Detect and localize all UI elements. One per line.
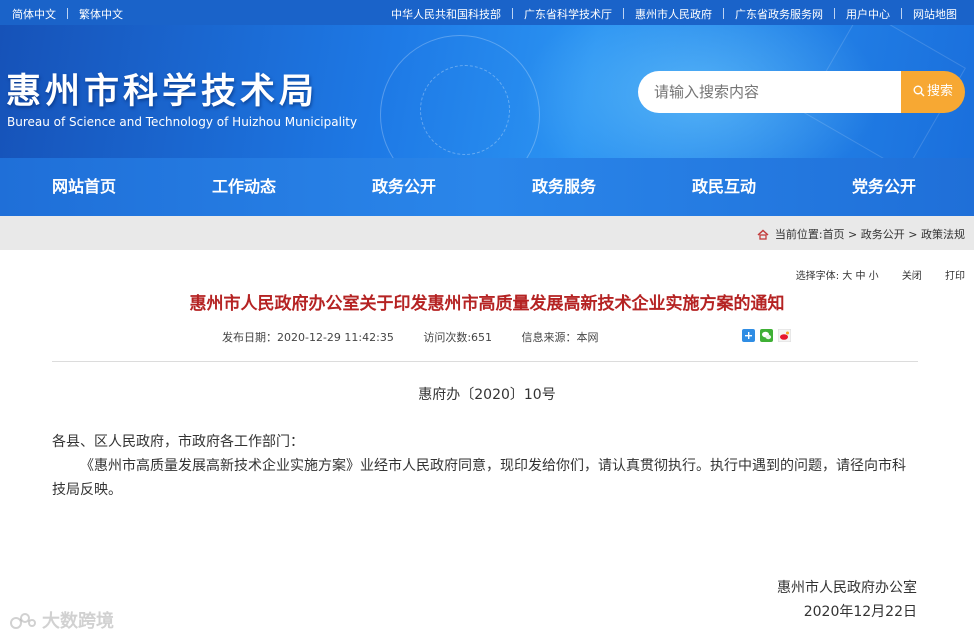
- close-button[interactable]: 关闭: [902, 267, 922, 282]
- search-icon: [913, 85, 925, 97]
- watermark-logo-icon: [10, 612, 38, 635]
- lang-simplified-link[interactable]: 简体中文: [12, 6, 56, 22]
- font-size-large[interactable]: 大: [842, 267, 852, 282]
- top-link-gdstc[interactable]: 广东省科学技术厅: [524, 6, 612, 22]
- site-title[interactable]: 惠州市科学技术局: [6, 63, 318, 114]
- nav-item-interaction[interactable]: 政民互动: [692, 158, 756, 216]
- sign-date: 2020年12月22日: [803, 604, 917, 620]
- breadcrumb-bar: 当前位置:首页 > 政务公开 > 政策法规: [0, 216, 974, 250]
- print-button[interactable]: 打印: [945, 267, 965, 282]
- lang-traditional-link[interactable]: 繁体中文: [79, 6, 123, 22]
- site-subtitle: Bureau of Science and Technology of Huiz…: [7, 115, 358, 129]
- top-link-sitemap[interactable]: 网站地图: [913, 6, 957, 22]
- weibo-icon[interactable]: [777, 327, 792, 343]
- breadcrumb-prefix: 当前位置: [774, 228, 819, 241]
- site-banner: 惠州市科学技术局 Bureau of Science and Technolog…: [0, 25, 974, 158]
- divider: [901, 8, 902, 19]
- visit-count: 访问次数:651: [423, 331, 493, 344]
- divider: [723, 8, 724, 19]
- info-source: 信息来源：本网: [521, 331, 599, 344]
- font-size-label: 选择字体: [795, 271, 836, 282]
- nav-item-party-affairs[interactable]: 党务公开: [852, 158, 916, 216]
- search-button[interactable]: 搜索: [901, 71, 965, 113]
- signer: 惠州市人民政府办公室: [777, 580, 917, 596]
- signature: 惠州市人民政府办公室 2020年12月22日: [777, 576, 917, 624]
- content-divider: [52, 361, 918, 362]
- nav-item-work-news[interactable]: 工作动态: [212, 158, 276, 216]
- divider: [623, 8, 624, 19]
- top-bar: 简体中文 繁体中文 中华人民共和国科技部 广东省科学技术厅 惠州市人民政府 广东省政务服…: [0, 0, 974, 25]
- nav-item-gov-affairs[interactable]: 政务公开: [372, 158, 436, 216]
- watermark-text: 大数跨境: [42, 611, 114, 632]
- top-link-huizhou-gov[interactable]: 惠州市人民政府: [635, 6, 712, 22]
- divider: [512, 8, 513, 19]
- article-title: 惠州市人民政府办公室关于印发惠州市高质量发展高新技术企业实施方案的通知: [189, 294, 785, 314]
- wechat-icon[interactable]: [760, 327, 773, 342]
- watermark: 大数跨境: [10, 607, 114, 635]
- breadcrumb-gov-affairs[interactable]: 政务公开: [861, 228, 905, 241]
- article-body: 各县、区人民政府，市政府各工作部门： 《惠州市高质量发展高新技术企业实施方案》业…: [52, 430, 918, 502]
- article-meta: 发布日期：2020-12-29 11:42:35 访问次数:651 信息来源：本…: [222, 329, 625, 345]
- divider: [67, 8, 68, 19]
- nav-item-gov-services[interactable]: 政务服务: [532, 158, 596, 216]
- top-link-user-center[interactable]: 用户中心: [846, 6, 890, 22]
- breadcrumb-home[interactable]: 首页: [823, 228, 845, 241]
- article-paragraph: 《惠州市高质量发展高新技术企业实施方案》业经市人民政府同意，现印发给你们，请认真…: [52, 458, 906, 498]
- breadcrumb-policy[interactable]: 政策法规: [921, 228, 965, 241]
- nav-item-home[interactable]: 网站首页: [52, 158, 116, 216]
- share-buttons: [742, 327, 796, 346]
- search-box: [638, 71, 902, 113]
- breadcrumb: 当前位置:首页 > 政务公开 > 政策法规: [757, 226, 965, 243]
- share-more-icon[interactable]: [742, 327, 755, 342]
- home-icon: [757, 229, 769, 243]
- article-tools: 选择字体: 大 中 小 关闭 打印: [796, 267, 965, 282]
- salutation: 各县、区人民政府，市政府各工作部门：: [52, 434, 304, 450]
- top-links: 中华人民共和国科技部 广东省科学技术厅 惠州市人民政府 广东省政务服务网 用户中心 网站地…: [391, 6, 957, 22]
- top-link-most[interactable]: 中华人民共和国科技部: [391, 6, 501, 22]
- document-number: 惠府办〔2020〕10号: [418, 387, 556, 403]
- font-size-small[interactable]: 小: [869, 267, 879, 282]
- main-nav: 网站首页 工作动态 政务公开 政务服务 政民互动 党务公开: [0, 158, 974, 216]
- banner-decoration: [420, 65, 510, 155]
- search-button-label: 搜索: [926, 84, 953, 99]
- top-link-gd-service[interactable]: 广东省政务服务网: [735, 6, 823, 22]
- font-size-medium[interactable]: 中: [855, 267, 865, 282]
- publish-date: 发布日期：2020-12-29 11:42:35: [222, 331, 394, 344]
- language-switch: 简体中文 繁体中文: [12, 6, 123, 22]
- divider: [834, 8, 835, 19]
- search-input[interactable]: [654, 71, 894, 113]
